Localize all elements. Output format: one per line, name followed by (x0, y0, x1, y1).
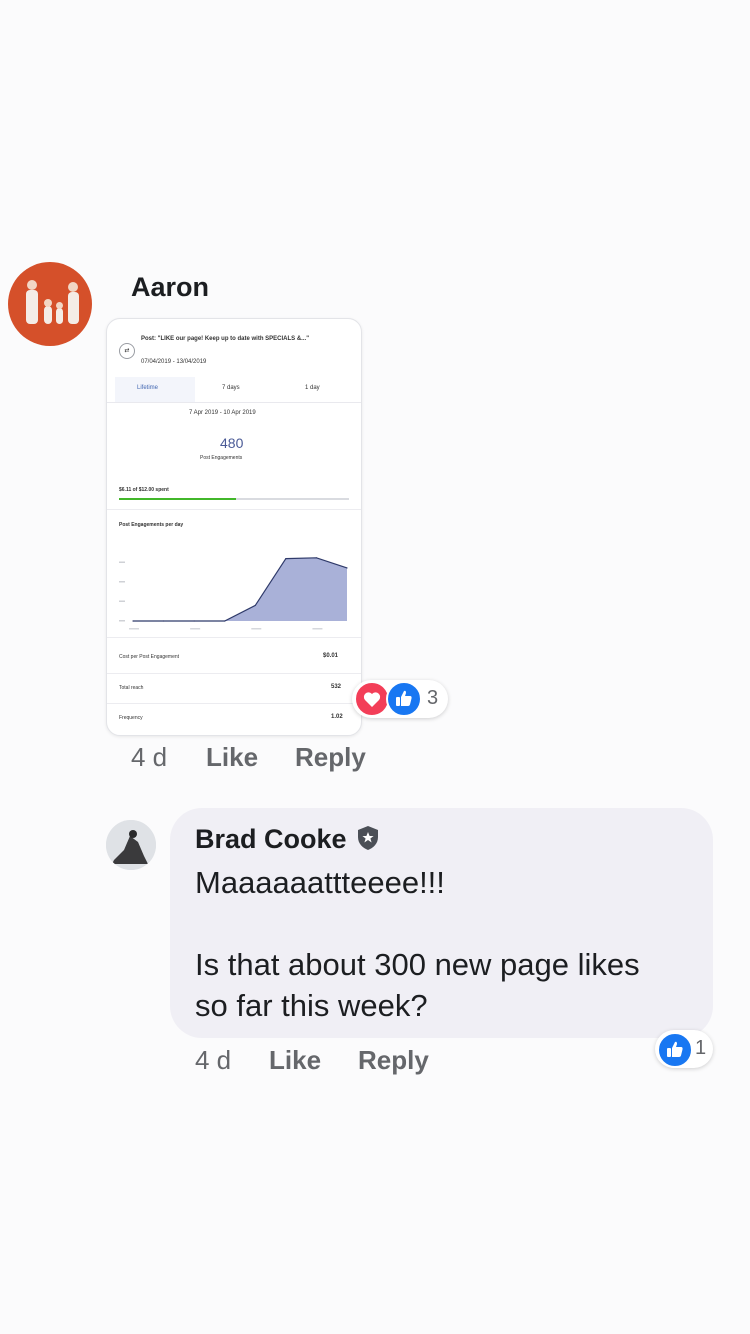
x-tick-mark (312, 628, 323, 630)
y-tick-mark (119, 600, 125, 602)
reply-button[interactable]: Reply (295, 742, 366, 773)
comment-text: Maaaaaattteeee!!! Is that about 300 new … (195, 865, 640, 1023)
divider (107, 673, 361, 674)
stat-value-reach: 532 (331, 684, 342, 690)
data-point (254, 604, 256, 606)
reaction-count: 3 (427, 687, 439, 709)
x-tick-mark (251, 628, 262, 630)
engagements-label: Post Engagements (200, 455, 243, 461)
x-tick-mark (190, 628, 201, 630)
like-reaction-icon (386, 681, 422, 717)
like-reaction-icon (657, 1032, 693, 1068)
tabs-divider (107, 402, 361, 403)
avatar-brad[interactable] (106, 820, 156, 870)
reply-button[interactable]: Reply (358, 1045, 429, 1076)
data-point (193, 620, 195, 622)
y-tick-mark (119, 581, 125, 583)
engagement-area-chart (119, 557, 348, 630)
divider (107, 509, 361, 510)
love-reaction-icon (354, 681, 390, 717)
comment-author-name[interactable]: Aaron (131, 272, 209, 303)
comment-timestamp: 4 d (195, 1045, 232, 1075)
data-point (162, 620, 165, 622)
budget-bar-fill (119, 498, 236, 500)
shield-badge-icon (358, 826, 378, 850)
attached-screenshot-image[interactable]: ⇄ Post: "LIKE our page! Keep up to date … (106, 318, 362, 736)
tab-1-day: 1 day (305, 385, 320, 391)
data-point (224, 620, 226, 622)
reaction-count: 1 (695, 1037, 707, 1059)
like-button[interactable]: Like (206, 742, 258, 773)
post-title: Post: "LIKE our page! Keep up to date wi… (141, 336, 310, 342)
engagements-count: 480 (220, 435, 244, 451)
data-point (132, 620, 134, 622)
comment-author-name[interactable]: Brad Cooke (195, 824, 347, 855)
budget-label: $6.11 of $12.00 spent (119, 487, 169, 493)
chart-title: Post Engagements per day (119, 522, 184, 528)
data-point (315, 557, 318, 559)
tab-lifetime: Lifetime (137, 385, 159, 391)
stat-label-cost: Cost per Post Engagement (119, 654, 180, 660)
like-button[interactable]: Like (269, 1045, 321, 1076)
post-dates: 07/04/2019 - 13/04/2019 (141, 359, 207, 365)
tab-7-days: 7 days (222, 385, 240, 391)
data-point (285, 558, 287, 560)
divider (107, 703, 361, 704)
avatar-aaron[interactable] (8, 262, 92, 346)
comment-timestamp: 4 d (131, 742, 168, 772)
stat-label-frequency: Frequency (119, 715, 143, 721)
y-tick-mark (119, 561, 125, 563)
data-point (346, 567, 348, 569)
x-tick-mark (129, 628, 139, 630)
divider (107, 637, 361, 638)
reactions-summary[interactable]: 3 (352, 680, 448, 718)
reactions-summary[interactable]: 1 (655, 1030, 713, 1068)
y-tick-mark (119, 620, 125, 622)
stat-value-frequency: 1.02 (331, 714, 343, 720)
date-range: 7 Apr 2019 - 10 Apr 2019 (189, 410, 256, 416)
engagement-area-series (133, 557, 347, 621)
post-icon: ⇄ (119, 343, 135, 359)
stat-value-cost: $0.01 (323, 653, 339, 659)
stat-label-reach: Total reach (119, 685, 144, 691)
